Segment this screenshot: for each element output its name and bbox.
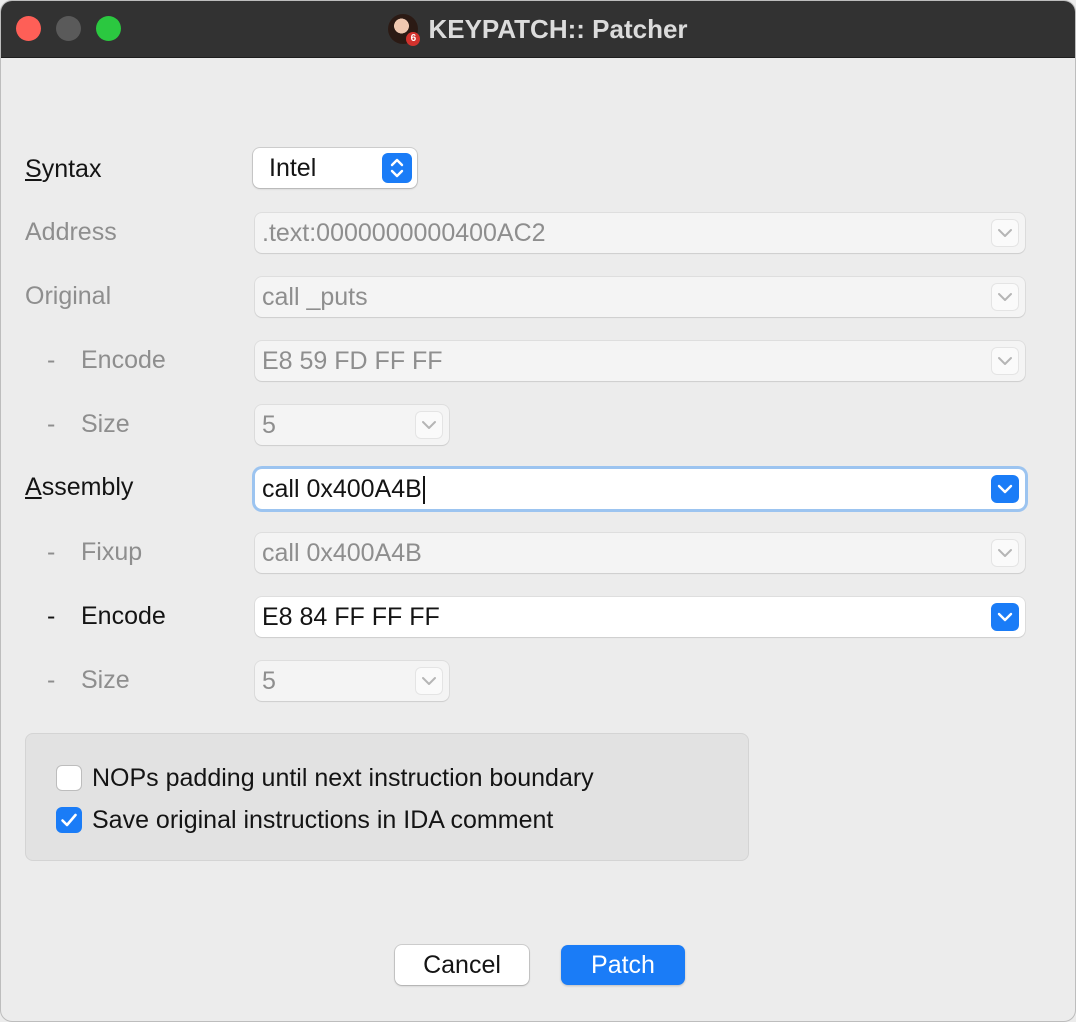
new-size-dash: - (47, 666, 56, 694)
cancel-button[interactable]: Cancel (395, 945, 529, 985)
title-bar: 6 KEYPATCH:: Patcher (1, 1, 1075, 58)
original-encode-field: E8 59 FD FF FF (255, 341, 1025, 381)
assembly-label-rest: ssembly (41, 473, 134, 501)
new-encode-field[interactable]: E8 84 FF FF FF (255, 597, 1025, 637)
options-group: NOPs padding until next instruction boun… (25, 733, 749, 861)
syntax-value: Intel (269, 154, 317, 182)
original-size-label: - Size (47, 404, 130, 444)
new-size-label: - Size (47, 660, 130, 700)
new-encode-label: - Encode (47, 596, 166, 636)
chevron-down-icon (415, 667, 443, 695)
chevron-down-icon (991, 539, 1019, 567)
new-size-field: 5 (255, 661, 449, 701)
chevron-down-icon[interactable] (991, 603, 1019, 631)
chevron-down-icon[interactable] (991, 475, 1019, 503)
original-size-field: 5 (255, 405, 449, 445)
original-encode-value: E8 59 FD FF FF (262, 347, 443, 375)
syntax-label: Syntax (25, 149, 101, 189)
chevron-down-icon (991, 219, 1019, 247)
chevron-down-icon (991, 347, 1019, 375)
original-label: Original (25, 282, 112, 310)
fixup-field: call 0x400A4B (255, 533, 1025, 573)
original-encode-label: - Encode (47, 340, 166, 380)
original-field: call _puts (255, 277, 1025, 317)
syntax-label-rest: yntax (41, 155, 102, 183)
save-comment-checkbox[interactable] (56, 807, 82, 833)
new-size-text: Size (81, 666, 130, 694)
chevron-down-icon (991, 283, 1019, 311)
original-size-dash: - (47, 410, 56, 438)
new-size-value: 5 (262, 667, 276, 695)
syntax-label-mnemonic: S (25, 155, 42, 183)
original-value: call _puts (262, 283, 368, 311)
assembly-input[interactable]: call 0x400A4B (255, 469, 1025, 509)
save-comment-option[interactable]: Save original instructions in IDA commen… (56, 805, 553, 835)
title-group: 6 KEYPATCH:: Patcher (1, 1, 1075, 57)
checkmark-icon (61, 813, 77, 827)
original-encode-text: Encode (81, 346, 166, 374)
original-encode-dash: - (47, 346, 56, 374)
patcher-window: 6 KEYPATCH:: Patcher Syntax Intel Addres… (0, 0, 1076, 1022)
nop-padding-checkbox[interactable] (56, 765, 82, 791)
address-field: .text:0000000000400AC2 (255, 213, 1025, 253)
patch-button[interactable]: Patch (561, 945, 685, 985)
address-value: .text:0000000000400AC2 (262, 219, 546, 247)
fixup-label: - Fixup (47, 532, 142, 572)
assembly-label-mnemonic: A (25, 473, 42, 501)
window-title: KEYPATCH:: Patcher (428, 13, 688, 44)
assembly-value: call 0x400A4B (262, 475, 422, 503)
fixup-text: Fixup (81, 538, 143, 566)
save-comment-label[interactable]: Save original instructions in IDA commen… (92, 806, 553, 835)
nop-padding-label[interactable]: NOPs padding until next instruction boun… (92, 764, 594, 793)
nop-padding-option[interactable]: NOPs padding until next instruction boun… (56, 763, 594, 793)
app-icon: 6 (388, 14, 421, 46)
new-encode-value: E8 84 FF FF FF (262, 603, 440, 631)
address-label: Address (25, 218, 117, 246)
assembly-label: Assembly (25, 467, 133, 507)
app-icon-badge: 6 (406, 32, 421, 46)
chevron-down-icon (415, 411, 443, 439)
text-cursor (422, 476, 425, 505)
updown-chevron-icon[interactable] (382, 153, 412, 183)
original-size-value: 5 (262, 411, 276, 439)
syntax-select[interactable]: Intel (253, 148, 417, 188)
fixup-dash: - (47, 538, 56, 566)
new-encode-dash: - (47, 602, 56, 630)
original-size-text: Size (81, 410, 130, 438)
new-encode-text: Encode (81, 602, 166, 630)
fixup-value: call 0x400A4B (262, 539, 422, 567)
